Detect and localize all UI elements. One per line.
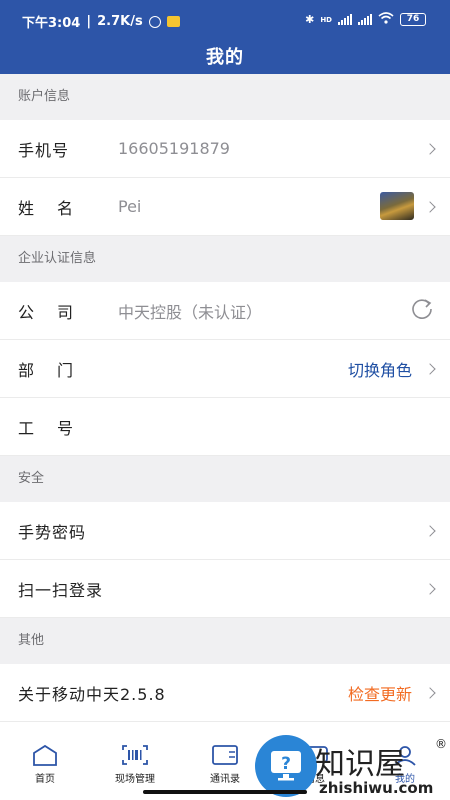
scan-login-label: 扫一扫登录 (18, 580, 104, 600)
name-row[interactable]: 姓名 Pei (0, 178, 450, 236)
home-indicator (143, 790, 307, 794)
nav-contacts-label: 通讯录 (210, 774, 240, 785)
section-account-header: 账户信息 (0, 74, 450, 120)
name-label: 姓名 (18, 198, 97, 218)
watermark-registered: ® (435, 737, 447, 751)
avatar[interactable] (380, 192, 414, 220)
chevron-right-icon (424, 362, 436, 375)
nav-home[interactable]: 首页 (0, 732, 90, 800)
watermark-subtext: zhishiwu.com (319, 779, 434, 797)
wifi-icon (378, 12, 394, 27)
section-security-header: 安全 (0, 456, 450, 502)
department-label: 部门 (18, 360, 97, 380)
battery-icon: 76 (400, 13, 426, 26)
status-left: 下午3:04 | 2.7K/s (22, 12, 180, 31)
app-header: 下午3:04 | 2.7K/s ✱ HD 76 我的 (0, 0, 450, 74)
nav-home-label: 首页 (35, 774, 55, 785)
chevron-right-icon (424, 524, 436, 537)
status-time: 下午3:04 (22, 16, 81, 31)
chevron-right-icon (424, 582, 436, 595)
phone-label: 手机号 (18, 140, 70, 160)
barcode-icon (121, 740, 149, 766)
gesture-password-label: 手势密码 (18, 522, 87, 542)
employee-id-label: 工号 (18, 418, 97, 438)
company-value: 中天控股（未认证） (118, 302, 263, 322)
status-speed: 2.7K/s (97, 14, 143, 29)
signal-icon-2 (358, 14, 372, 25)
contacts-icon (211, 740, 239, 766)
about-label: 关于移动中天2.5.8 (18, 684, 166, 704)
home-icon (31, 740, 59, 766)
alarm-icon (148, 15, 161, 28)
signal-icon (338, 14, 352, 25)
nav-site-management-label: 现场管理 (115, 774, 155, 785)
hd-label: HD (320, 15, 332, 24)
section-enterprise-header: 企业认证信息 (0, 236, 450, 282)
status-bar: 下午3:04 | 2.7K/s ✱ HD 76 (0, 0, 450, 40)
check-update-button[interactable]: 检查更新 (348, 681, 412, 705)
status-divider: | (86, 14, 92, 29)
company-row[interactable]: 公司 中天控股（未认证） (0, 282, 450, 340)
profile-content: 账户信息 手机号 16605191879 姓名 Pei 企业认证信息 公司 中天… (0, 74, 450, 756)
section-other-header: 其他 (0, 618, 450, 664)
watermark-text: 知识屋 (315, 747, 405, 782)
department-row[interactable]: 部门 切换角色 (0, 340, 450, 398)
chevron-right-icon (424, 686, 436, 699)
about-row[interactable]: 关于移动中天2.5.8 检查更新 (0, 664, 450, 722)
phone-row[interactable]: 手机号 16605191879 (0, 120, 450, 178)
help-monitor-icon: ? (255, 735, 317, 797)
gesture-password-row[interactable]: 手势密码 (0, 502, 450, 560)
status-right: ✱ HD 76 (305, 12, 426, 27)
refresh-icon[interactable] (410, 297, 434, 325)
svg-text:?: ? (281, 754, 291, 774)
company-label: 公司 (18, 302, 97, 322)
bluetooth-icon: ✱ (305, 13, 315, 26)
switch-role-button[interactable]: 切换角色 (348, 357, 412, 381)
page-title: 我的 (206, 47, 244, 68)
notification-icon (166, 16, 180, 27)
phone-value: 16605191879 (118, 139, 230, 158)
scan-login-row[interactable]: 扫一扫登录 (0, 560, 450, 618)
employee-id-row: 工号 (0, 398, 450, 456)
